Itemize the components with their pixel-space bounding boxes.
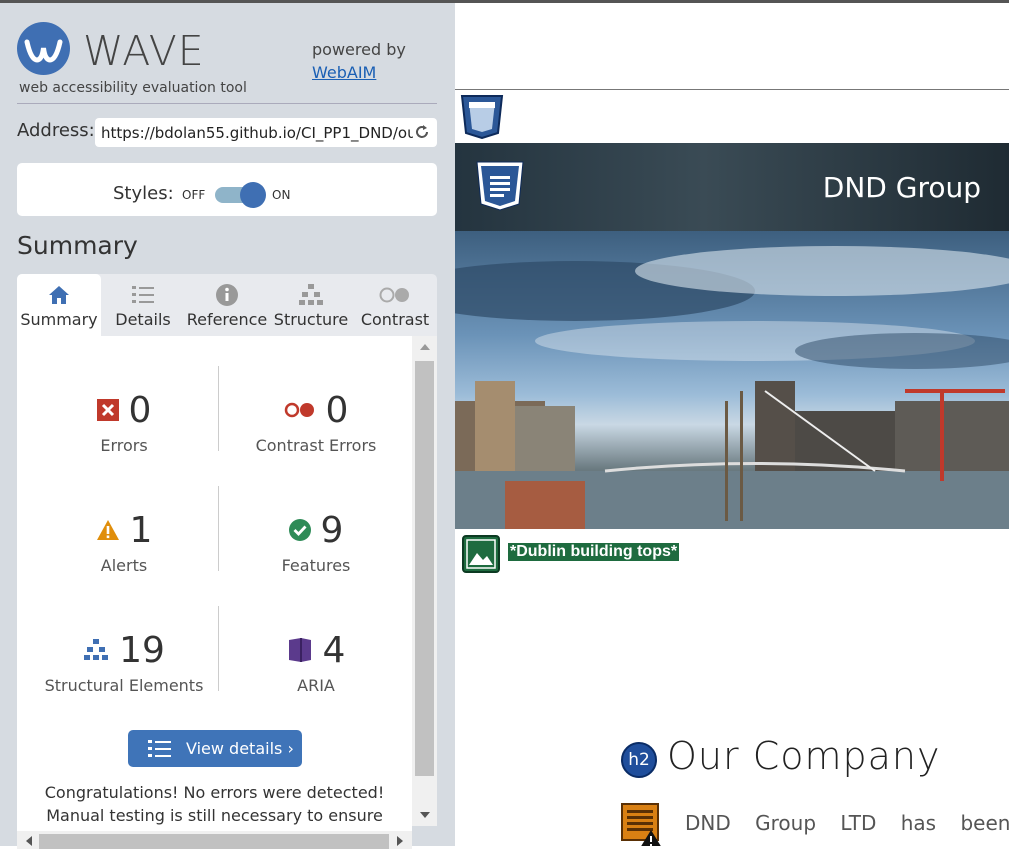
- styles-toggle-knob[interactable]: [240, 182, 266, 208]
- css-feature-icon[interactable]: [460, 95, 504, 139]
- alert-icon: [96, 520, 119, 540]
- alerts-count: 1: [129, 509, 153, 551]
- reload-icon[interactable]: [413, 123, 431, 141]
- view-details-label: View details ›: [186, 739, 294, 758]
- address-input[interactable]: https://bdolan55.github.io/CI_PP1_DND/ou: [95, 118, 437, 147]
- section-heading: Our Company: [667, 734, 941, 778]
- h2-heading-icon[interactable]: h2: [621, 742, 657, 778]
- hero-image: [455, 231, 1009, 529]
- justified-text-alert-icon[interactable]: [621, 803, 663, 846]
- contrast-errors-count: 0: [325, 389, 349, 431]
- header-divider: [17, 103, 437, 104]
- stat-errors[interactable]: 0 Errors: [29, 388, 219, 455]
- address-value: https://bdolan55.github.io/CI_PP1_DND/ou: [101, 124, 417, 142]
- webaim-link[interactable]: WebAIM: [312, 63, 376, 82]
- scroll-thumb[interactable]: [415, 361, 434, 776]
- alerts-label: Alerts: [100, 556, 148, 575]
- site-brand[interactable]: DND Group: [823, 171, 981, 204]
- evaluated-page: DND Group *Dublin building tops* h2 Our …: [455, 3, 1009, 846]
- wave-logo-text: WAVE: [83, 27, 205, 75]
- contrast-icon: [379, 287, 409, 303]
- stat-features[interactable]: 9 Features: [221, 508, 411, 576]
- tab-details[interactable]: Details: [101, 274, 185, 336]
- congrats-line-1: Congratulations! No errors were detected…: [44, 783, 385, 802]
- scroll-left-arrow-icon[interactable]: [26, 836, 32, 846]
- congrats-line-2: Manual testing is still necessary to ens…: [46, 806, 383, 825]
- css-feature-icon[interactable]: [475, 161, 525, 211]
- errors-count: 0: [128, 389, 152, 431]
- info-icon: [216, 284, 238, 306]
- tab-structure[interactable]: Structure: [269, 274, 353, 336]
- errors-label: Errors: [100, 436, 148, 455]
- horizontal-scroll-thumb[interactable]: [39, 834, 389, 849]
- page-divider: [455, 89, 1009, 90]
- home-icon: [49, 286, 69, 304]
- structure-icon: [84, 639, 109, 660]
- features-label: Features: [281, 556, 351, 575]
- view-details-button[interactable]: View details ›: [128, 730, 302, 767]
- structural-count: 19: [119, 629, 165, 671]
- error-icon: [96, 399, 119, 421]
- contrast-error-icon: [284, 402, 314, 418]
- company-paragraph: DND Group LTD has been e: [685, 811, 1009, 835]
- features-count: 9: [320, 509, 344, 551]
- structure-icon: [299, 284, 323, 305]
- dublin-skyline-image: [455, 246, 1009, 529]
- styles-toggle-box: Styles: OFF ON: [17, 163, 437, 216]
- congrats-message: Congratulations! No errors were detected…: [17, 781, 412, 827]
- stat-contrast-errors[interactable]: 0 Contrast Errors: [221, 388, 411, 456]
- tab-reference-label: Reference: [186, 310, 268, 329]
- aria-label: ARIA: [297, 676, 335, 695]
- summary-heading: Summary: [17, 231, 138, 260]
- feature-icon: [288, 519, 311, 541]
- panel-tabs: Summary Details Reference Structure Cont…: [17, 274, 437, 336]
- summary-panel: 0 Errors 0 Contrast Errors 1 Alerts 9 Fe…: [17, 336, 412, 846]
- tab-structure-label: Structure: [273, 310, 349, 329]
- powered-by-label: powered by: [312, 40, 406, 59]
- address-label: Address:: [17, 120, 95, 141]
- image-alt-text: *Dublin building tops*: [508, 543, 680, 561]
- wave-logo-icon: [17, 22, 70, 75]
- tab-contrast-label: Contrast: [360, 310, 430, 329]
- stat-alerts[interactable]: 1 Alerts: [29, 508, 219, 575]
- list-icon: [148, 740, 171, 757]
- tab-summary[interactable]: Summary: [17, 274, 101, 336]
- styles-label: Styles:: [113, 183, 174, 204]
- tab-details-label: Details: [115, 310, 171, 329]
- site-header: DND Group: [455, 143, 1009, 231]
- aria-count: 4: [322, 629, 346, 671]
- tab-reference[interactable]: Reference: [185, 274, 269, 336]
- styles-off-label: OFF: [182, 188, 206, 202]
- panel-horizontal-scrollbar[interactable]: [17, 831, 412, 849]
- wave-sidebar: WAVE web accessibility evaluation tool p…: [0, 3, 455, 849]
- stat-aria[interactable]: 4 ARIA: [221, 628, 411, 695]
- contrast-errors-label: Contrast Errors: [255, 436, 377, 455]
- list-icon: [132, 286, 154, 303]
- scroll-down-arrow-icon[interactable]: [420, 812, 430, 818]
- styles-on-label: ON: [272, 188, 291, 202]
- panel-vertical-scrollbar[interactable]: [412, 336, 437, 826]
- image-alt-icon[interactable]: [462, 535, 500, 573]
- scroll-right-arrow-icon[interactable]: [397, 836, 403, 846]
- wave-logo-subtitle: web accessibility evaluation tool: [19, 80, 247, 96]
- structural-label: Structural Elements: [44, 676, 204, 695]
- tab-contrast[interactable]: Contrast: [353, 274, 437, 336]
- aria-icon: [288, 638, 311, 662]
- stat-structural-elements[interactable]: 19 Structural Elements: [29, 628, 219, 696]
- tab-summary-label: Summary: [20, 310, 98, 329]
- scroll-up-arrow-icon[interactable]: [420, 344, 430, 350]
